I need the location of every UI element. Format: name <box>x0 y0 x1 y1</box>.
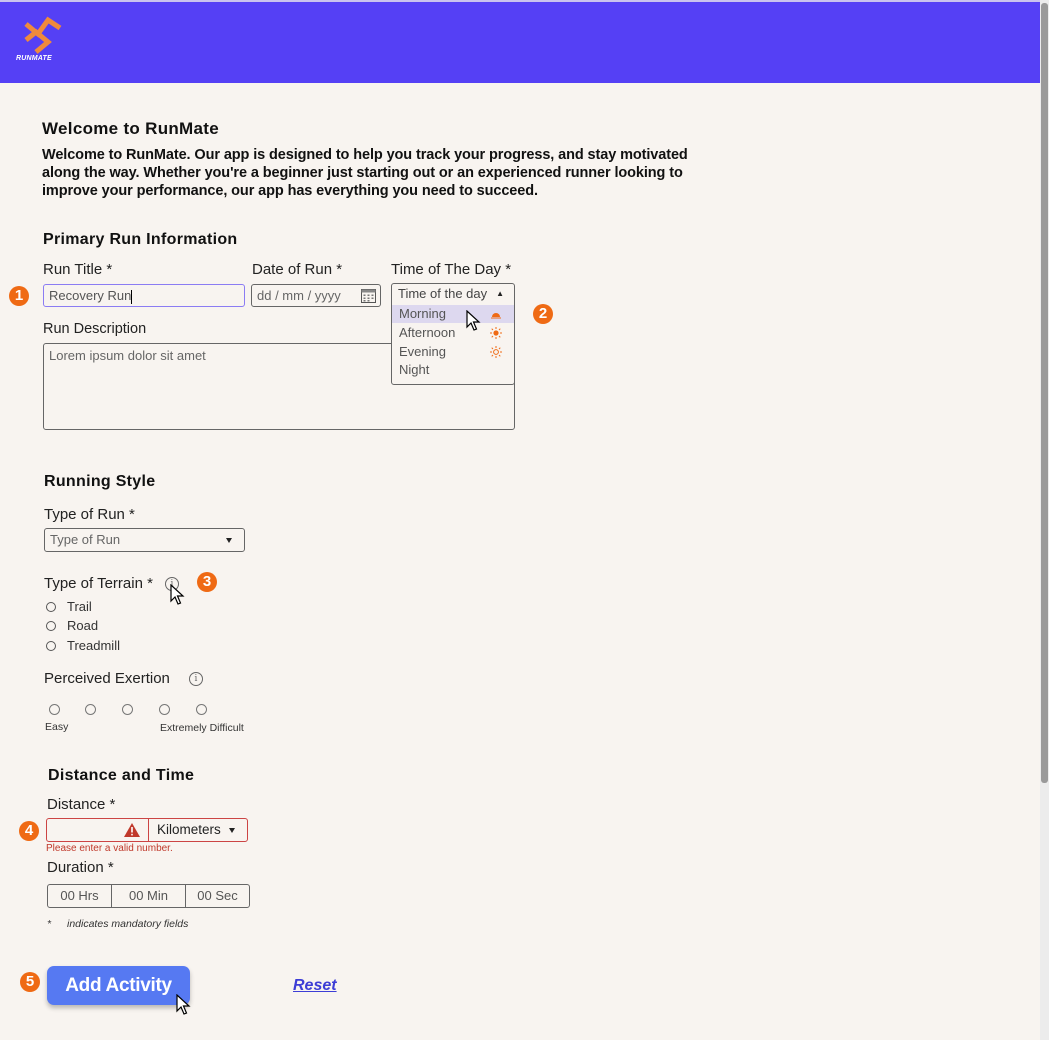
time-option-label: Morning <box>399 306 446 321</box>
sun-outline-icon <box>490 346 502 358</box>
welcome-title: Welcome to RunMate <box>42 119 219 138</box>
exertion-radio-3[interactable] <box>122 704 133 715</box>
time-of-day-label: Time of The Day * <box>391 261 512 278</box>
terrain-option-label: Trail <box>67 599 92 614</box>
duration-hours-input[interactable]: 00 Hrs <box>48 885 111 907</box>
distance-unit-value: Kilometers <box>157 822 221 837</box>
type-of-run-placeholder: Type of Run <box>50 532 121 547</box>
time-of-day-dropdown[interactable]: Time of the day ▲ Morning Afternoon Even… <box>391 283 515 385</box>
run-title-input[interactable]: Recovery Run <box>43 284 245 307</box>
exertion-min-label: Easy <box>45 721 69 733</box>
time-of-day-select[interactable]: Time of the day ▲ <box>392 284 514 304</box>
mouse-cursor-icon <box>176 994 191 1015</box>
app-header <box>0 0 1040 83</box>
date-placeholder: dd / mm / yyyy <box>257 288 341 303</box>
terrain-option-trail[interactable]: Trail <box>46 599 92 614</box>
time-option-morning[interactable]: Morning <box>392 305 514 323</box>
distance-input-group: Kilometers <box>46 818 248 842</box>
duration-minutes-input[interactable]: 00 Min <box>112 885 185 907</box>
calendar-icon[interactable] <box>361 288 376 303</box>
time-option-label: Evening <box>399 344 446 359</box>
welcome-text: Welcome to RunMate. Our app is designed … <box>42 147 688 199</box>
terrain-option-road[interactable]: Road <box>46 618 98 633</box>
warning-icon <box>124 823 140 837</box>
primary-section-title: Primary Run Information <box>43 231 238 248</box>
time-of-day-placeholder: Time of the day <box>398 286 488 301</box>
radio-button[interactable] <box>46 640 56 651</box>
distance-error-message: Please enter a valid number. <box>46 843 173 854</box>
chevron-up-icon: ▲ <box>496 289 504 298</box>
scrollbar-thumb[interactable] <box>1041 3 1048 783</box>
distance-unit-select[interactable]: Kilometers <box>148 819 247 841</box>
mandatory-note: indicates mandatory fields <box>67 918 189 930</box>
time-option-evening[interactable]: Evening <box>392 343 514 361</box>
step-marker-5: 5 <box>20 972 40 992</box>
date-input[interactable]: dd / mm / yyyy <box>251 284 381 307</box>
time-option-night[interactable]: Night <box>392 361 514 379</box>
chevron-down-icon <box>229 828 235 833</box>
run-title-value: Recovery Run <box>49 288 132 303</box>
radio-button[interactable] <box>46 620 56 631</box>
exertion-max-label: Extremely Difficult <box>160 722 244 734</box>
terrain-label: Type of Terrain * <box>44 575 153 592</box>
sunrise-icon <box>491 313 501 319</box>
duration-input-group: 00 Hrs 00 Min 00 Sec <box>47 884 250 908</box>
type-of-run-label: Type of Run * <box>44 506 135 523</box>
time-option-label: Afternoon <box>399 325 456 340</box>
step-marker-1: 1 <box>9 286 29 306</box>
step-marker-4: 4 <box>19 821 39 841</box>
terrain-option-treadmill[interactable]: Treadmill <box>46 638 120 653</box>
exertion-radio-4[interactable] <box>159 704 170 715</box>
mouse-cursor-icon <box>466 310 481 331</box>
run-description-label: Run Description <box>43 321 147 337</box>
distance-label: Distance * <box>47 796 116 813</box>
terrain-option-label: Road <box>67 618 99 633</box>
terrain-option-label: Treadmill <box>67 638 120 653</box>
brand-wordmark: RUNMATE <box>16 55 52 62</box>
radio-button[interactable] <box>46 601 56 612</box>
chevron-down-icon <box>226 538 232 543</box>
sun-icon <box>490 327 502 339</box>
exertion-radio-1[interactable] <box>49 704 60 715</box>
reset-link[interactable]: Reset <box>293 977 337 995</box>
running-style-title: Running Style <box>44 473 156 490</box>
duration-seconds-input[interactable]: 00 Sec <box>186 885 249 907</box>
mouse-cursor-icon <box>170 584 185 605</box>
duration-label: Duration * <box>47 859 114 876</box>
exertion-label: Perceived Exertion <box>44 670 170 687</box>
info-icon[interactable]: i <box>189 672 203 686</box>
time-option-label: Night <box>399 362 430 377</box>
time-option-afternoon[interactable]: Afternoon <box>392 324 514 342</box>
run-title-label: Run Title * <box>43 261 113 278</box>
exertion-radio-5[interactable] <box>196 704 207 715</box>
date-label: Date of Run * <box>252 261 343 278</box>
add-activity-button[interactable]: Add Activity <box>47 966 190 1005</box>
distance-time-title: Distance and Time <box>48 767 195 784</box>
exertion-radio-2[interactable] <box>85 704 96 715</box>
moon-icon <box>494 367 498 374</box>
step-marker-2: 2 <box>533 304 553 324</box>
text-caret <box>131 289 133 304</box>
type-of-run-select[interactable]: Type of Run <box>44 528 245 552</box>
mandatory-star: * <box>47 918 52 930</box>
step-marker-3: 3 <box>197 572 217 592</box>
